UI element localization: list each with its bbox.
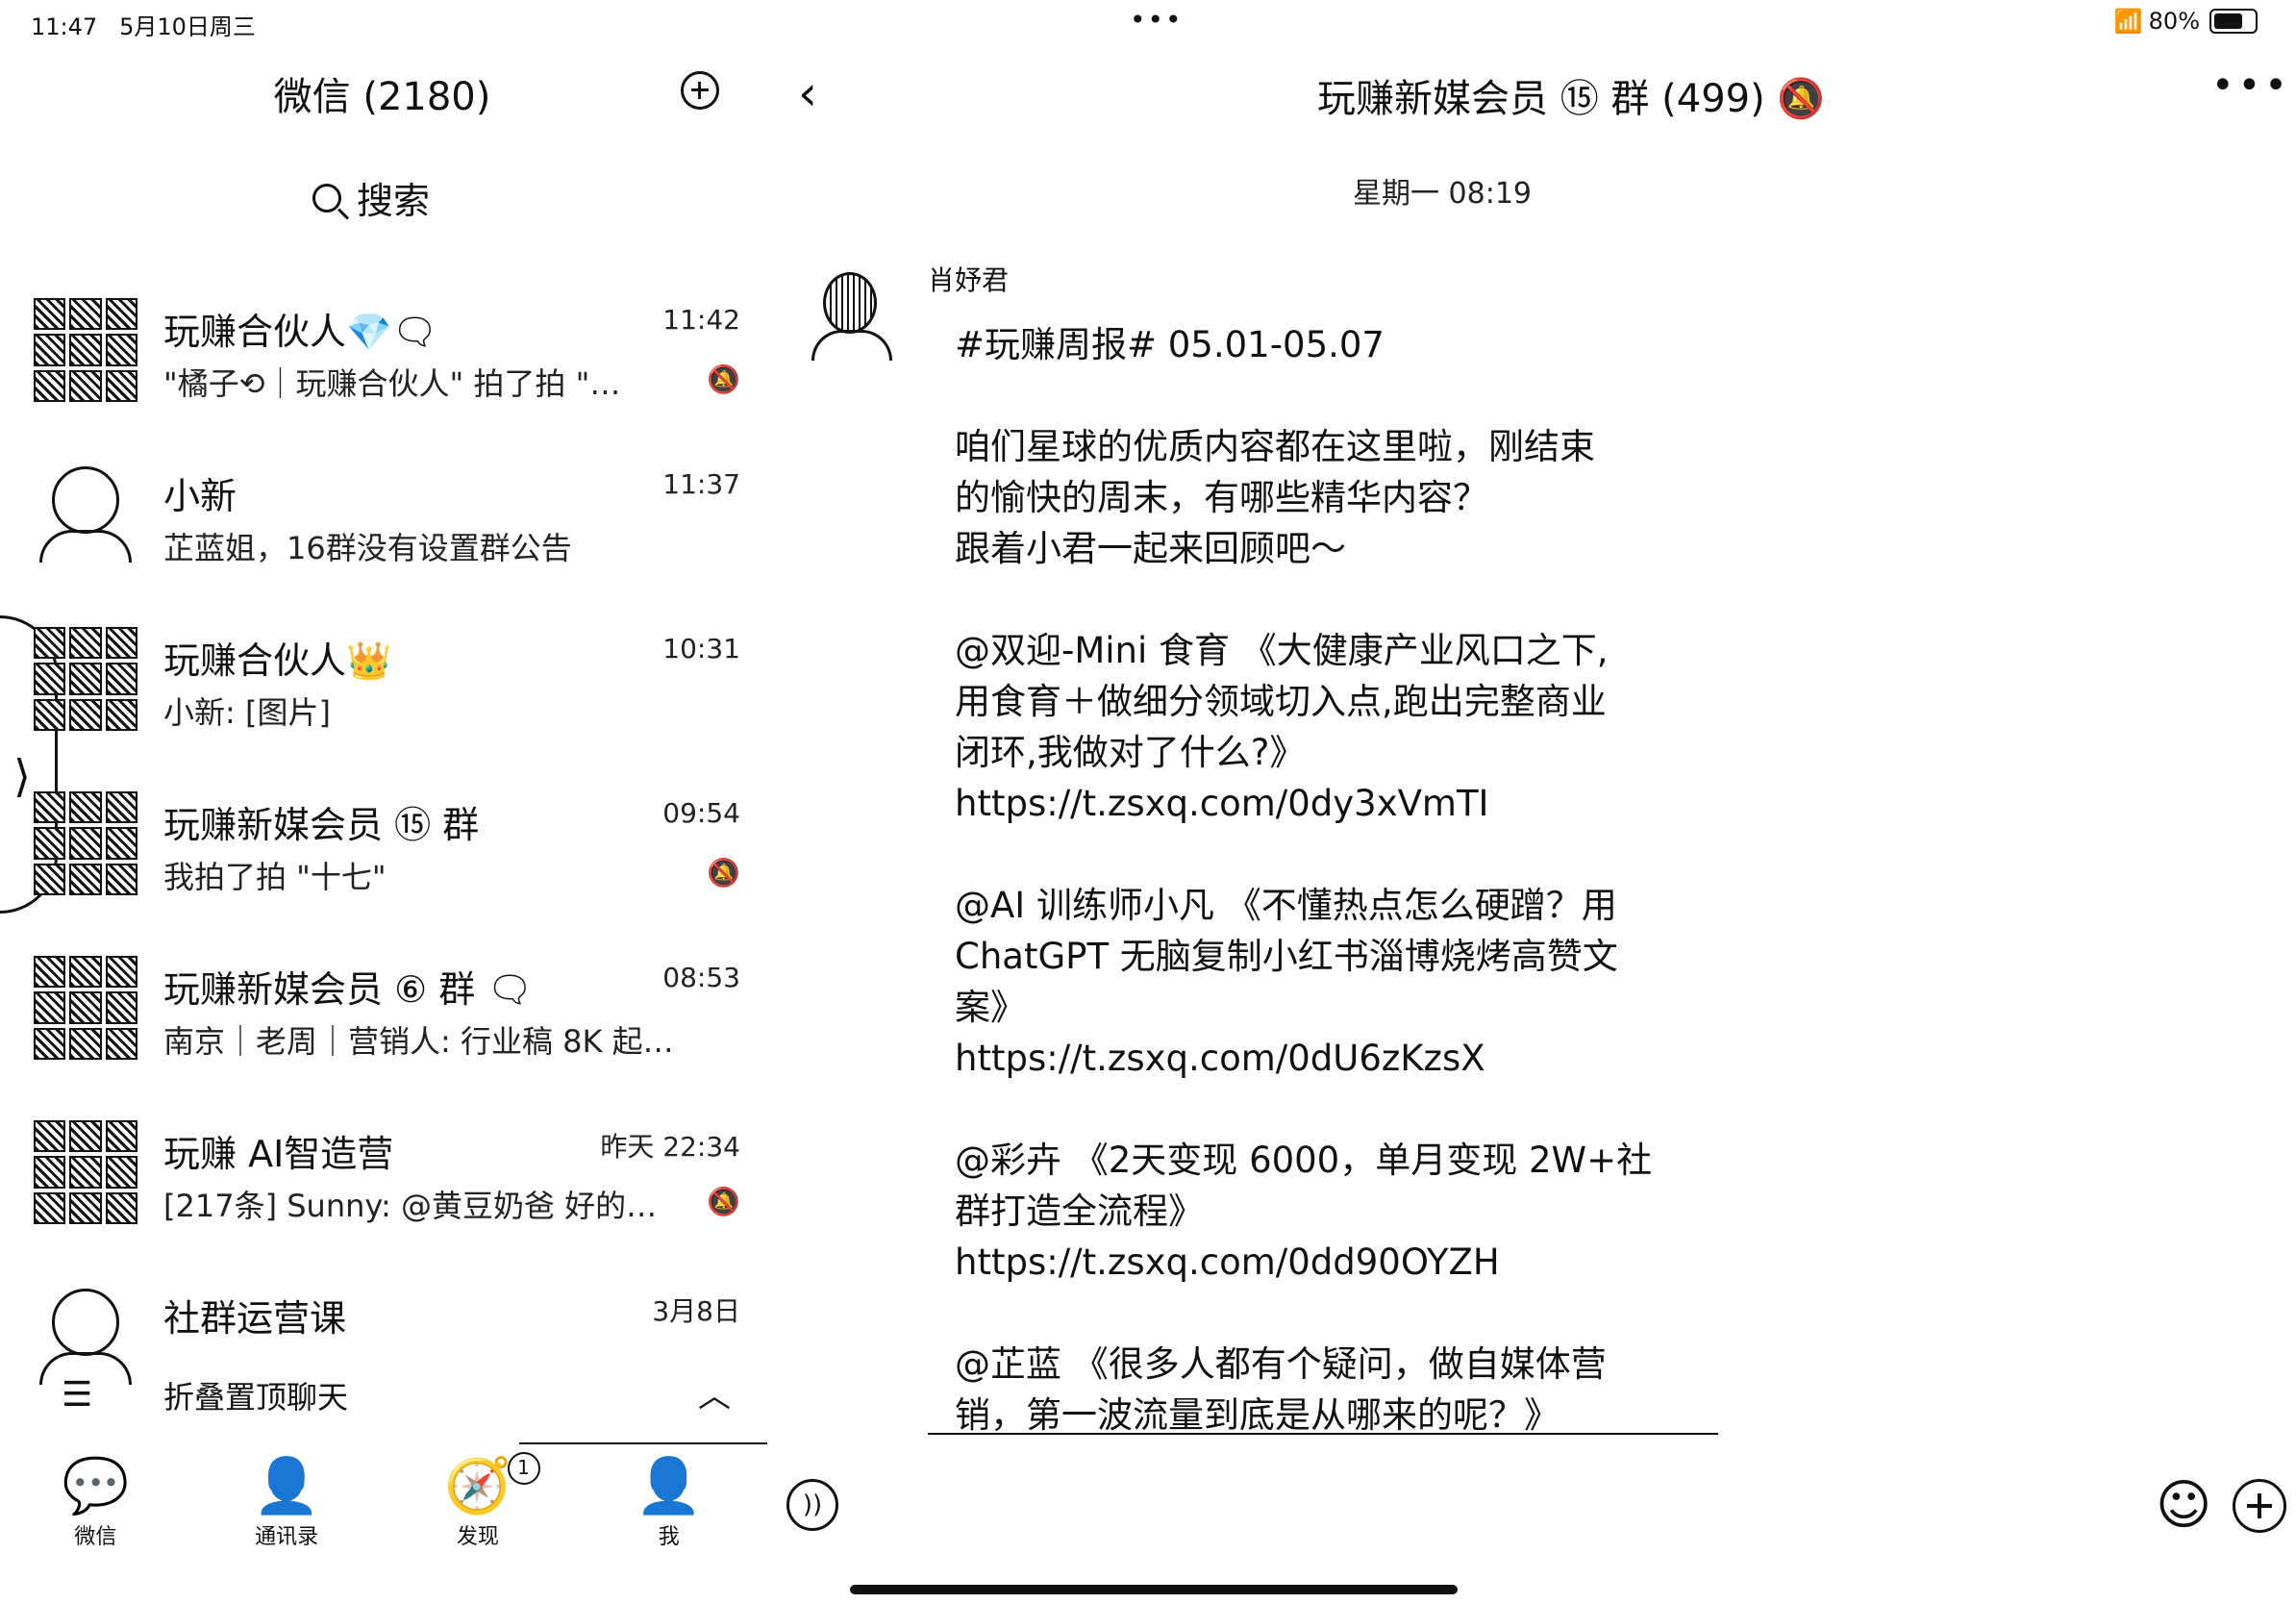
group-avatar bbox=[34, 956, 137, 1060]
chat-name: 玩赚新媒会员 ⑮ 群 bbox=[163, 804, 480, 846]
multitask-dots[interactable]: ••• bbox=[1130, 4, 1184, 36]
chat-name: 玩赚合伙人💎🗨 bbox=[163, 311, 438, 353]
chat-preview: 芷蓝姐，16群没有设置群公告 bbox=[163, 530, 572, 566]
compass-icon: 🧭 bbox=[444, 1455, 512, 1517]
chat-room-title: 玩赚新媒会员 ⑮ 群 (499) 🔕 bbox=[1317, 77, 1826, 121]
emoji-icon[interactable]: ☺ bbox=[2156, 1477, 2211, 1535]
chat-bubble-icon: 💬 bbox=[62, 1455, 130, 1517]
tab-label: 通讯录 bbox=[255, 1525, 319, 1549]
chat-name: 小新 bbox=[163, 475, 237, 517]
chat-name: 玩赚新媒会员 ⑥ 群 🗨 bbox=[163, 968, 534, 1011]
chat-list-item[interactable]: 玩赚合伙人💎🗨 11:42 "橘子⟲｜玩赚合伙人" 拍了拍 "… 🔕 bbox=[29, 288, 740, 453]
chat-preview: 小新: [图片] bbox=[163, 694, 331, 731]
wifi-icon: 📶 bbox=[2113, 8, 2143, 35]
chat-preview: 我拍了拍 "十七" bbox=[163, 859, 387, 895]
chat-name: 玩赚合伙人👑 bbox=[163, 639, 392, 682]
group-avatar bbox=[34, 627, 137, 731]
mute-bell-icon: 🔕 bbox=[707, 857, 740, 889]
chat-time: 11:37 bbox=[662, 468, 740, 500]
status-time: 11:47 5月10日周三 bbox=[31, 8, 256, 41]
notification-badge: 1 bbox=[507, 1452, 540, 1485]
mute-bell-icon: 🔕 bbox=[707, 1186, 740, 1217]
message-timestamp: 星期一 08:19 bbox=[1353, 177, 1532, 211]
chat-time: 3月8日 bbox=[652, 1295, 740, 1327]
battery-icon bbox=[2209, 9, 2258, 34]
group-avatar bbox=[34, 298, 137, 402]
add-button[interactable] bbox=[681, 71, 719, 110]
chat-time: 09:54 bbox=[662, 797, 740, 829]
chat-time: 11:42 bbox=[662, 304, 740, 336]
chat-preview: "橘子⟲｜玩赚合伙人" 拍了拍 "… bbox=[163, 365, 621, 402]
chat-list-item[interactable]: 玩赚新媒会员 ⑥ 群 🗨 08:53 南京｜老周｜营销人: 行业稿 8K 起… bbox=[29, 946, 740, 1111]
battery-fill bbox=[2214, 13, 2242, 29]
avatar bbox=[34, 463, 137, 566]
fold-pinned-chats[interactable]: ☰ 折叠置顶聊天 ︿ bbox=[58, 1366, 731, 1423]
group-avatar bbox=[34, 1120, 137, 1224]
tab-chat-bubble[interactable]: 💬 微信 bbox=[0, 1452, 191, 1567]
chat-preview: 南京｜老周｜营销人: 行业稿 8K 起… bbox=[163, 1023, 674, 1060]
input-divider bbox=[928, 1433, 1718, 1435]
sender-name: 肖妤君 bbox=[928, 264, 1010, 296]
chat-time: 10:31 bbox=[662, 633, 740, 664]
chevron-up-icon: ︿ bbox=[698, 1377, 731, 1416]
chat-list-item[interactable]: 玩赚合伙人👑 10:31 小新: [图片] bbox=[29, 617, 740, 782]
chat-name: 玩赚 AI智造营 bbox=[163, 1133, 394, 1175]
status-date: 5月10日周三 bbox=[119, 13, 256, 40]
tab-me[interactable]: 👤 我 bbox=[573, 1452, 764, 1567]
search-placeholder: 搜索 bbox=[357, 180, 431, 222]
contacts-icon: 👤 bbox=[253, 1455, 320, 1517]
back-icon[interactable]: ‹ bbox=[798, 65, 817, 121]
more-icon[interactable]: ••• bbox=[2211, 63, 2291, 108]
tab-contacts[interactable]: 👤 通讯录 bbox=[191, 1452, 383, 1567]
group-avatar bbox=[34, 791, 137, 895]
chat-name: 社群运营课 bbox=[163, 1297, 347, 1340]
chat-preview: [217条] Sunny: @黄豆奶爸 好的… bbox=[163, 1188, 658, 1224]
mute-bell-icon: 🔕 bbox=[707, 363, 740, 395]
chat-list-item[interactable]: 小新 11:37 芷蓝姐，16群没有设置群公告 bbox=[29, 453, 740, 617]
chat-list-item[interactable]: 玩赚新媒会员 ⑮ 群 09:54 我拍了拍 "十七" 🔕 bbox=[29, 782, 740, 946]
me-icon: 👤 bbox=[635, 1455, 703, 1517]
app-title: 微信 (2180) bbox=[273, 75, 491, 119]
list-icon: ☰ bbox=[62, 1375, 93, 1415]
home-indicator[interactable] bbox=[850, 1585, 1458, 1594]
status-clock: 11:47 bbox=[31, 13, 98, 40]
plus-more-icon[interactable] bbox=[2233, 1479, 2286, 1533]
battery-percent: 80% bbox=[2148, 8, 2200, 35]
tab-label: 发现 bbox=[456, 1525, 499, 1549]
tab-compass[interactable]: 🧭 发现 1 bbox=[383, 1452, 574, 1567]
chat-list: 玩赚合伙人💎🗨 11:42 "橘子⟲｜玩赚合伙人" 拍了拍 "… 🔕 小新 11:37 芷蓝… bbox=[29, 288, 740, 1440]
status-indicators: 📶 80% bbox=[2114, 8, 2258, 35]
sender-avatar[interactable] bbox=[806, 264, 897, 361]
chat-list-item[interactable]: 玩赚 AI智造营 昨天 22:34 [217条] Sunny: @黄豆奶爸 好的… 🔕 bbox=[29, 1111, 740, 1275]
tab-label: 微信 bbox=[74, 1525, 117, 1549]
tab-label: 我 bbox=[658, 1525, 680, 1549]
search-icon bbox=[312, 183, 341, 213]
voice-input-icon[interactable]: )) bbox=[786, 1479, 838, 1531]
fold-label: 折叠置顶聊天 bbox=[163, 1379, 349, 1416]
chat-time: 08:53 bbox=[662, 962, 740, 993]
divider bbox=[519, 1442, 767, 1444]
message-text[interactable]: #玩赚周报# 05.01-05.07 咱们星球的优质内容都在这里啦，刚结束 的愉… bbox=[955, 319, 1714, 1441]
search-bar[interactable]: 搜索 bbox=[312, 171, 430, 224]
chat-time: 昨天 22:34 bbox=[600, 1131, 740, 1163]
tab-bar: 💬 微信 👤 通讯录 🧭 发现 1 👤 我 bbox=[0, 1452, 764, 1567]
